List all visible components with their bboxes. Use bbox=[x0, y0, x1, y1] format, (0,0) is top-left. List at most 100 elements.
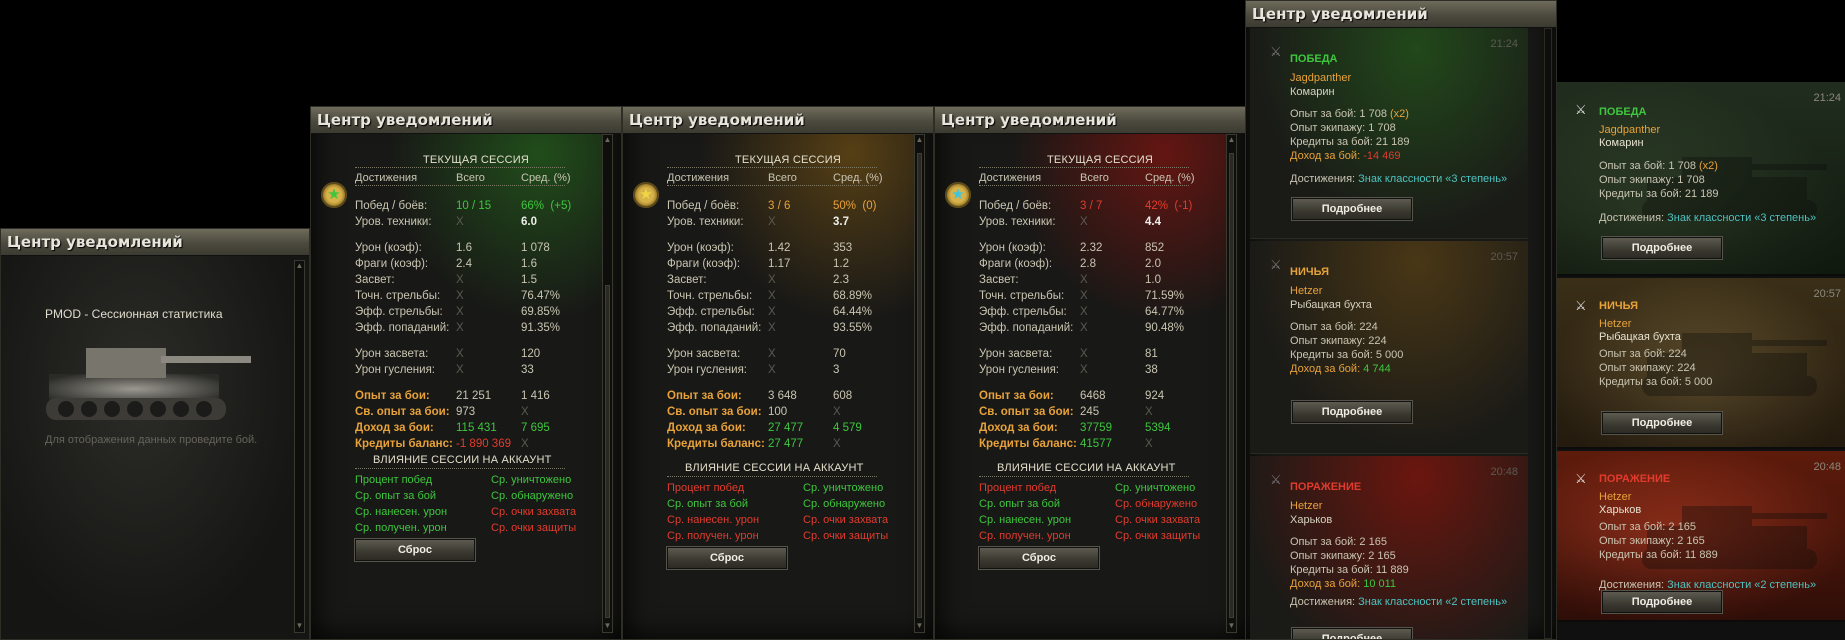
achievement-link[interactable]: Знак классности «3 степень» bbox=[1667, 212, 1816, 224]
col-total: Всего bbox=[768, 172, 797, 184]
details-button[interactable]: Подробнее bbox=[1291, 197, 1413, 221]
value-not-applicable: X bbox=[833, 438, 841, 450]
label-tier: Уров. техники: bbox=[355, 216, 432, 228]
value-wins-total: 3 / 6 bbox=[768, 200, 791, 212]
label-frags: Фраги (коэф): bbox=[355, 258, 429, 270]
reset-button[interactable]: Сброс bbox=[354, 538, 476, 562]
label-spotdmg: Урон засвета: bbox=[667, 348, 741, 360]
impact-item: Процент побед bbox=[667, 482, 745, 494]
achievement-link[interactable]: Знак классности «2 степень» bbox=[1358, 596, 1507, 608]
crossed-swords-icon[interactable]: ⚔ bbox=[1575, 298, 1587, 314]
details-button[interactable]: Подробнее bbox=[1601, 236, 1723, 260]
scrollbar[interactable]: ▲ ▼ bbox=[294, 260, 305, 633]
crossed-swords-icon[interactable]: ⚔ bbox=[1270, 257, 1282, 273]
reset-button[interactable]: Сброс bbox=[666, 546, 788, 570]
scroll-down-icon[interactable]: ▼ bbox=[1227, 621, 1236, 632]
impact-item: Ср. получен. урон bbox=[667, 530, 759, 542]
crossed-swords-icon[interactable]: ⚔ bbox=[1270, 472, 1282, 488]
battle-result: ПОБЕДА bbox=[1290, 53, 1338, 65]
value-frags-avg: 1.2 bbox=[833, 258, 849, 270]
battle-xp-text: Опыт за бой: 224 bbox=[1290, 321, 1378, 333]
label-spot: Засвет: bbox=[667, 274, 707, 286]
value-dmg-avg: 1 078 bbox=[521, 242, 550, 254]
achievement-link[interactable]: Знак классности «3 степень» bbox=[1358, 173, 1507, 185]
pmod-panel: PMOD - Сессионная статистика Для отображ… bbox=[1, 256, 309, 639]
scroll-down-icon[interactable]: ▼ bbox=[915, 621, 924, 632]
battle-result: ПОРАЖЕНИЕ bbox=[1599, 473, 1671, 485]
label-eff: Эфф. стрельбы: bbox=[667, 306, 755, 318]
wins-avg-percent: 42% bbox=[1145, 200, 1169, 212]
label-acc: Точн. стрельбы: bbox=[355, 290, 441, 302]
divider bbox=[979, 167, 1189, 168]
crossed-swords-icon[interactable]: ⚔ bbox=[1575, 471, 1587, 487]
value-not-applicable: X bbox=[1080, 306, 1088, 318]
scrollbar-thumb[interactable] bbox=[1229, 153, 1234, 618]
scroll-down-icon[interactable]: ▼ bbox=[295, 621, 304, 632]
impact-item: Ср. очки захвата bbox=[1115, 514, 1201, 526]
label-balance: Кредиты баланс: bbox=[355, 438, 453, 450]
crew-xp: Опыт экипажу: 1 708 bbox=[1290, 122, 1396, 134]
income-value: -14 469 bbox=[1363, 150, 1401, 162]
window-title[interactable]: Центр уведомлений bbox=[623, 107, 933, 134]
label-trackdmg: Урон гусления: bbox=[355, 364, 435, 376]
impact-item: Ср. нанесен. урон bbox=[979, 514, 1072, 526]
value-eff-avg: 64.44% bbox=[833, 306, 873, 318]
label-fxp: Св. опыт за бои: bbox=[355, 406, 450, 418]
battle-credits: Кредиты за бой: 21 189 bbox=[1290, 136, 1410, 148]
impact-item: Процент побед bbox=[355, 474, 433, 486]
battle-income: Доход за бой: 10 011 bbox=[1290, 578, 1396, 591]
window-title[interactable]: Центр уведомлений bbox=[1246, 1, 1556, 28]
value-not-applicable: X bbox=[1080, 348, 1088, 360]
value-wins-avg: 66% (+5) bbox=[521, 200, 571, 213]
impact-item: Ср. обнаружено bbox=[491, 490, 574, 502]
value-not-applicable: X bbox=[456, 274, 464, 286]
label-spotdmg: Урон засвета: bbox=[355, 348, 429, 360]
battle-xp-text: Опыт за бой: 224 bbox=[1599, 348, 1687, 360]
xp-multiplier: (x2) bbox=[1699, 160, 1718, 172]
crossed-swords-icon[interactable]: ⚔ bbox=[1575, 102, 1587, 118]
value-not-applicable: X bbox=[1080, 216, 1088, 228]
value-pen-avg: 91.35% bbox=[521, 322, 561, 334]
window-title[interactable]: Центр уведомлений bbox=[311, 107, 621, 134]
scroll-down-icon[interactable]: ▼ bbox=[603, 621, 612, 632]
scroll-up-icon[interactable]: ▲ bbox=[915, 135, 924, 146]
scrollbar[interactable]: ▲ ▼ bbox=[914, 134, 925, 633]
value-xp-avg: 1 416 bbox=[521, 390, 550, 402]
achievements: Достижения: Знак классности «3 степень» bbox=[1599, 212, 1816, 225]
scroll-up-icon[interactable]: ▲ bbox=[603, 135, 612, 146]
scrollbar-thumb[interactable] bbox=[917, 153, 922, 618]
battle-result: ПОРАЖЕНИЕ bbox=[1290, 481, 1362, 493]
scrollbar[interactable]: ▲ ▼ bbox=[1226, 134, 1237, 633]
battle-xp-text: Опыт за бой: 2 165 bbox=[1290, 536, 1387, 548]
details-button[interactable]: Подробнее bbox=[1601, 590, 1723, 614]
scroll-up-icon[interactable]: ▲ bbox=[1227, 135, 1236, 146]
achievement-link[interactable]: Знак классности «2 степень» bbox=[1667, 579, 1816, 591]
impact-item: Ср. очки захвата bbox=[491, 506, 577, 518]
scrollbar-thumb[interactable] bbox=[605, 285, 610, 618]
label-wins: Побед / боёв: bbox=[355, 200, 428, 212]
income-label: Доход за бой: bbox=[1290, 363, 1361, 375]
window-title[interactable]: Центр уведомлений bbox=[1, 229, 309, 256]
details-button[interactable]: Подробнее bbox=[1291, 627, 1413, 639]
reset-button[interactable]: Сброс bbox=[978, 546, 1100, 570]
col-total: Всего bbox=[456, 172, 485, 184]
value-spot-avg: 1.5 bbox=[521, 274, 537, 286]
label-trackdmg: Урон гусления: bbox=[979, 364, 1059, 376]
label-xp: Опыт за бои: bbox=[979, 390, 1054, 402]
details-button[interactable]: Подробнее bbox=[1601, 411, 1723, 435]
scrollbar[interactable]: ▲ ▼ bbox=[602, 134, 613, 633]
divider bbox=[355, 468, 565, 469]
value-fxp-total: 100 bbox=[768, 406, 788, 418]
window-title[interactable]: Центр уведомлений bbox=[935, 107, 1245, 134]
details-button[interactable]: Подробнее bbox=[1291, 400, 1413, 424]
notification-window-battles: Центр уведомлений ⚔ 21:24 ПОБЕДА Jagdpan… bbox=[1245, 0, 1557, 640]
label-balance: Кредиты баланс: bbox=[979, 438, 1077, 450]
scrollbar[interactable] bbox=[1544, 28, 1552, 639]
scroll-up-icon[interactable]: ▲ bbox=[295, 261, 304, 272]
value-fxp-total: 245 bbox=[1080, 406, 1100, 418]
impact-item: Процент побед bbox=[979, 482, 1057, 494]
crossed-swords-icon[interactable]: ⚔ bbox=[1270, 44, 1282, 60]
value-not-applicable: X bbox=[1080, 364, 1088, 376]
divider bbox=[979, 476, 1189, 477]
label-income: Доход за бои: bbox=[667, 422, 746, 434]
